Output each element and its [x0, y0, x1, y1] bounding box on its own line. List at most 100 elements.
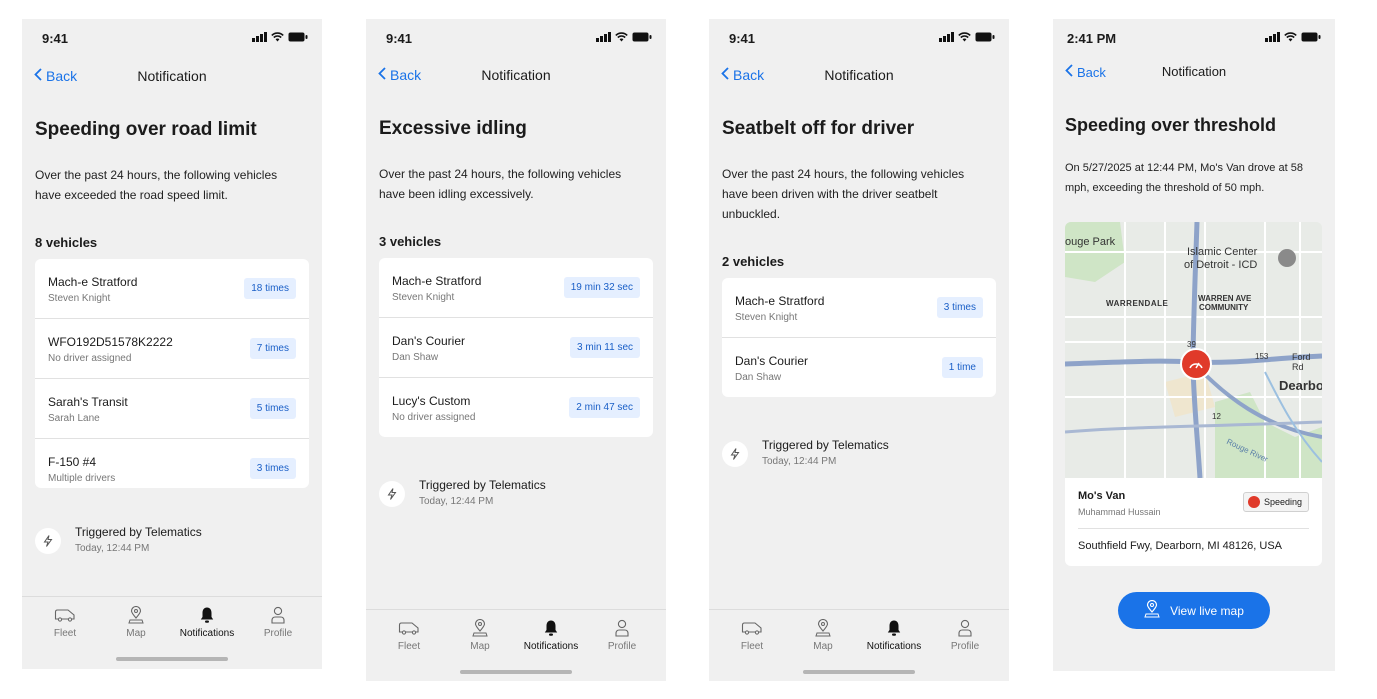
battery-icon — [975, 32, 995, 42]
map-label-community: COMMUNITY — [1199, 303, 1249, 312]
notification-description: Over the past 24 hours, the following ve… — [35, 168, 278, 202]
tab-profile[interactable]: Profile — [587, 617, 657, 652]
vehicle-detail-card[interactable]: Mo's Van Muhammad Hussain Speeding South… — [1065, 478, 1322, 566]
tab-label: Fleet — [53, 628, 77, 639]
back-button[interactable]: Back — [721, 67, 764, 83]
vehicle-driver: No driver assigned — [392, 412, 476, 423]
map-label-dearborn: Dearbo — [1279, 378, 1322, 393]
trigger-info: Triggered by Telematics Today, 12:44 PM — [35, 524, 202, 554]
wifi-icon — [958, 32, 971, 42]
notification-description: On 5/27/2025 at 12:44 PM, Mo's Van drove… — [1065, 162, 1303, 194]
trigger-title: Triggered by Telematics — [75, 525, 202, 539]
vehicle-name: Mach-e Stratford — [735, 294, 825, 308]
vehicle-row[interactable]: WFO192D51578K2222 No driver assigned 7 tim… — [35, 319, 309, 379]
vehicle-row[interactable]: Dan's Courier Dan Shaw 1 time — [722, 338, 996, 397]
vehicle-row[interactable]: Dan's Courier Dan Shaw 3 min 11 sec — [379, 318, 653, 378]
wifi-icon — [271, 32, 284, 42]
vehicle-driver: Multiple drivers — [48, 473, 116, 484]
tab-profile[interactable]: Profile — [930, 617, 1000, 652]
person-icon — [930, 617, 1000, 639]
occurrence-badge: 5 times — [249, 398, 296, 419]
vehicle-row[interactable]: Lucy's Custom No driver assigned 2 min 47 … — [379, 378, 653, 437]
chevron-left-icon — [721, 67, 729, 83]
lightning-icon — [722, 441, 748, 467]
tab-fleet[interactable]: Fleet — [717, 617, 787, 652]
tab-fleet[interactable]: Fleet — [30, 604, 100, 639]
tab-label: Notifications — [523, 641, 579, 652]
tab-notifications[interactable]: Notifications — [859, 617, 929, 652]
vehicle-row[interactable]: Sarah's Transit Sarah Lane 5 times — [35, 379, 309, 439]
trigger-time: Today, 12:44 PM — [75, 543, 150, 554]
speedometer-alert-icon[interactable] — [1180, 348, 1212, 380]
back-label: Back — [733, 67, 765, 83]
vehicle-name: F-150 #4 — [48, 455, 97, 469]
vehicle-name: Mo's Van — [1078, 490, 1126, 502]
vehicle-name: Mach-e Stratford — [48, 275, 138, 289]
vehicle-count: 2 vehicles — [722, 254, 785, 269]
status-icons — [596, 32, 652, 42]
back-label: Back — [390, 67, 422, 83]
vehicle-name: Dan's Courier — [735, 354, 808, 368]
bell-icon — [516, 617, 586, 639]
trigger-time: Today, 12:44 PM — [419, 496, 494, 507]
speeding-badge: Speeding — [1242, 492, 1309, 512]
vehicle-name: Dan's Courier — [392, 334, 465, 348]
vehicle-count: 8 vehicles — [35, 235, 98, 250]
back-button[interactable]: Back — [378, 67, 421, 83]
vehicle-row[interactable]: Mach-e Stratford Steven Knight 18 times — [35, 259, 309, 319]
wifi-icon — [1284, 32, 1297, 42]
van-icon — [717, 617, 787, 639]
signal-icon — [596, 32, 611, 42]
signal-icon — [1265, 32, 1280, 42]
idle-duration-badge: 2 min 47 sec — [569, 397, 640, 418]
map-pin-icon — [1144, 599, 1160, 621]
occurrence-badge: 7 times — [249, 338, 296, 359]
wifi-icon — [615, 32, 628, 42]
vehicle-row[interactable]: Mach-e Stratford Steven Knight 3 times — [722, 278, 996, 338]
van-icon — [30, 604, 100, 626]
view-live-map-button[interactable]: View live map — [1118, 592, 1270, 629]
back-button[interactable]: Back — [1065, 64, 1106, 80]
tab-map[interactable]: Map — [445, 617, 515, 652]
tab-notifications[interactable]: Notifications — [172, 604, 242, 639]
trigger-info: Triggered by Telematics Today, 12:44 PM — [379, 477, 546, 507]
tab-map[interactable]: Map — [788, 617, 858, 652]
chevron-left-icon — [378, 67, 386, 83]
tab-label: Fleet — [740, 641, 764, 652]
idle-duration-badge: 19 min 32 sec — [563, 277, 640, 298]
location-map[interactable]: ouge Park Islamic Center of Detroit - IC… — [1065, 222, 1322, 478]
tab-profile[interactable]: Profile — [243, 604, 313, 639]
back-label: Back — [1077, 64, 1106, 80]
tab-label: Profile — [607, 641, 637, 652]
vehicle-address: Southfield Fwy, Dearborn, MI 48126, USA — [1078, 540, 1283, 552]
tab-bar: Fleet Map Notifications Profile — [366, 609, 666, 680]
tab-fleet[interactable]: Fleet — [374, 617, 444, 652]
person-icon — [587, 617, 657, 639]
screen-speeding-threshold: 2:41 PM Back Notification Speeding over … — [1053, 19, 1335, 671]
back-button[interactable]: Back — [34, 68, 77, 84]
trigger-time: Today, 12:44 PM — [762, 456, 837, 467]
vehicle-row[interactable]: Mach-e Stratford Steven Knight 19 min 32 s… — [379, 258, 653, 318]
tab-map[interactable]: Map — [101, 604, 171, 639]
page-title: Seatbelt off for driver — [722, 118, 915, 139]
vehicle-driver: Dan Shaw — [392, 352, 439, 363]
van-icon — [374, 617, 444, 639]
speeding-badge-label: Speeding — [1263, 497, 1302, 507]
vehicle-driver: Steven Knight — [48, 293, 111, 304]
vehicle-row[interactable]: F-150 #4 Multiple drivers 3 times — [35, 439, 309, 488]
vehicle-list: Mach-e Stratford Steven Knight 19 min 32 s… — [379, 258, 653, 437]
back-label: Back — [46, 68, 78, 84]
person-icon — [243, 604, 313, 626]
signal-icon — [939, 32, 954, 42]
bell-icon — [859, 617, 929, 639]
tab-notifications[interactable]: Notifications — [516, 617, 586, 652]
status-time: 9:41 — [386, 31, 413, 46]
status-icons — [252, 32, 308, 42]
tab-bar: Fleet Map Notifications Profile — [22, 596, 322, 667]
screen-seatbelt-off: 9:41 Back Notification Seatbelt off for … — [709, 19, 1009, 681]
vehicle-driver: Steven Knight — [735, 312, 798, 323]
tab-label: Map — [470, 641, 490, 652]
notification-description: Over the past 24 hours, the following ve… — [722, 167, 965, 221]
tab-label: Map — [813, 641, 833, 652]
battery-icon — [1301, 32, 1321, 42]
